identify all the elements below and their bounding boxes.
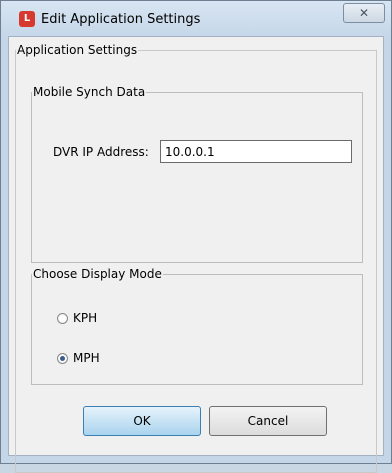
dvr-ip-label: DVR IP Address: — [53, 145, 149, 159]
display-mode-legend: Choose Display Mode — [33, 267, 162, 281]
close-icon: ✕ — [358, 6, 370, 20]
cancel-button[interactable]: Cancel — [209, 406, 327, 436]
dialog-client-area: Application Settings Mobile Synch Data D… — [8, 36, 384, 473]
title-bar[interactable]: L Edit Application Settings ✕ — [1, 1, 391, 41]
kph-radio-label: KPH — [73, 311, 98, 325]
kph-radio-option[interactable]: KPH — [57, 311, 97, 325]
ok-button[interactable]: OK — [83, 406, 201, 436]
kph-radio-button[interactable] — [57, 312, 68, 324]
mobile-synch-group: Mobile Synch Data — [31, 85, 363, 263]
app-logo-icon: L — [19, 11, 35, 27]
mph-radio-label: MPH — [73, 351, 100, 365]
display-mode-group: Choose Display Mode — [31, 267, 363, 385]
close-button[interactable]: ✕ — [343, 3, 385, 23]
mph-radio-button[interactable] — [57, 352, 68, 364]
mobile-synch-legend: Mobile Synch Data — [33, 85, 146, 99]
application-settings-legend: Application Settings — [17, 43, 138, 57]
dvr-ip-input[interactable] — [160, 140, 352, 163]
dialog-window: L Edit Application Settings ✕ Applicatio… — [0, 0, 392, 473]
window-title: Edit Application Settings — [41, 12, 201, 27]
mph-radio-option[interactable]: MPH — [57, 351, 100, 365]
